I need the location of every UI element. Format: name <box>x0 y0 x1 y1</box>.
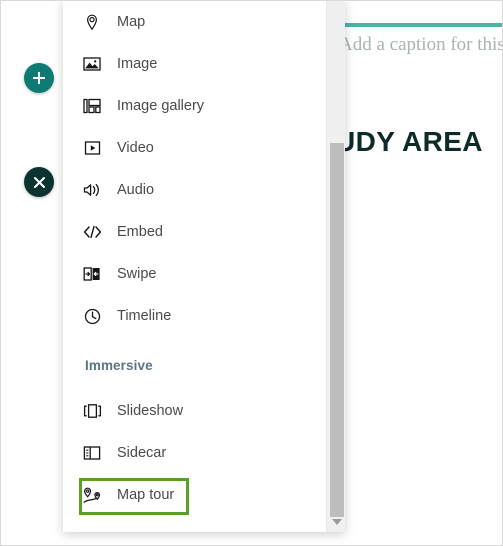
block-option-audio[interactable]: Audio <box>79 173 311 207</box>
chevron-down-icon[interactable] <box>327 514 345 530</box>
image-icon <box>79 56 105 72</box>
image-caption-placeholder[interactable]: Add a caption for this <box>339 34 502 56</box>
swipe-icon <box>79 266 105 282</box>
map-tour-icon <box>79 487 105 504</box>
block-option-sidecar[interactable]: Sidecar <box>79 436 311 470</box>
close-button[interactable] <box>24 167 54 197</box>
block-option-embed[interactable]: Embed <box>79 215 311 249</box>
story-title-text[interactable]: UDY AREA <box>335 126 483 158</box>
add-block-button[interactable] <box>24 63 54 93</box>
embed-code-icon <box>79 225 105 239</box>
block-option-label: Sidecar <box>117 445 167 461</box>
scrollbar-thumb[interactable] <box>330 143 344 517</box>
block-option-label: Embed <box>117 224 163 240</box>
map-pin-icon <box>79 14 105 31</box>
block-option-label: Video <box>117 140 154 156</box>
block-picker-list: Map Image Image gallery Video Audio Embe… <box>63 1 326 532</box>
block-option-label: Image <box>117 56 158 72</box>
timeline-clock-icon <box>79 308 105 325</box>
block-option-label: Timeline <box>117 308 172 324</box>
image-gallery-icon <box>79 98 105 114</box>
block-picker-panel: Map Image Image gallery Video Audio Embe… <box>63 1 345 532</box>
block-option-swipe[interactable]: Swipe <box>79 257 311 291</box>
slideshow-icon <box>79 403 105 419</box>
accent-divider <box>344 23 502 27</box>
block-option-label: Map <box>117 14 146 30</box>
block-option-label: Slideshow <box>117 403 184 419</box>
audio-icon <box>79 182 105 198</box>
block-option-label: Swipe <box>117 266 157 282</box>
video-icon <box>79 140 105 156</box>
block-option-video[interactable]: Video <box>79 131 311 165</box>
block-option-image-gallery[interactable]: Image gallery <box>79 89 311 123</box>
block-option-label: Image gallery <box>117 98 205 114</box>
close-icon <box>33 176 46 189</box>
block-option-timeline[interactable]: Timeline <box>79 299 311 333</box>
block-option-map-tour[interactable]: Map tour <box>79 478 311 512</box>
block-option-map[interactable]: Map <box>79 5 311 39</box>
picker-scrollbar[interactable] <box>326 1 345 532</box>
block-option-label: Audio <box>117 182 155 198</box>
block-option-slideshow[interactable]: Slideshow <box>79 394 311 428</box>
block-option-image[interactable]: Image <box>79 47 311 81</box>
block-option-label: Map tour <box>117 487 175 503</box>
screenshot-root: Add a caption for this UDY AREA Map Imag… <box>0 0 503 546</box>
story-canvas: Add a caption for this UDY AREA <box>331 1 502 545</box>
sidecar-icon <box>79 445 105 461</box>
plus-icon <box>32 71 46 85</box>
group-heading-immersive: Immersive <box>85 358 153 373</box>
